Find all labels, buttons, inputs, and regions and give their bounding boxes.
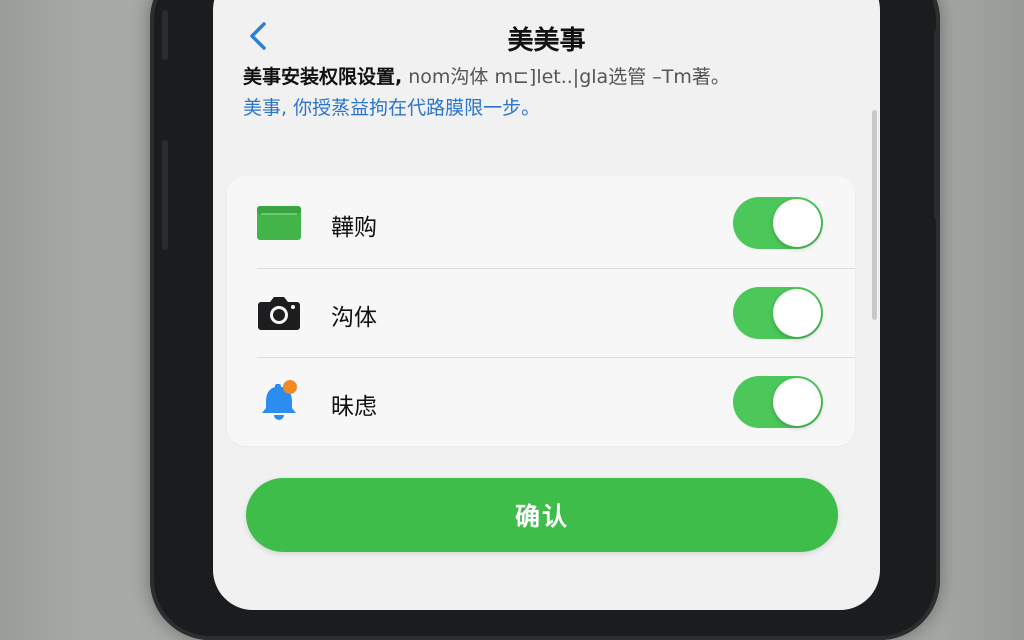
description-line-1: 美事安装权限设置, nom沟体 m⊏]let..|gla选管 –Tm著。 <box>243 62 863 93</box>
toggle-knob <box>773 199 821 247</box>
page-title: 美美事 <box>507 26 586 56</box>
permission-label: 昧虑 <box>331 394 377 420</box>
description-text: nom沟体 m⊏]let..|gla选管 –Tm著。 <box>402 66 730 88</box>
permission-toggle[interactable] <box>733 376 823 428</box>
permission-row: 昧虑 <box>227 357 855 447</box>
permission-toggle[interactable] <box>733 287 823 339</box>
description-line-2: 美事, 你授蒸益拘在代路膜限一步。 <box>243 97 541 119</box>
permission-row: 沟体 <box>227 268 855 358</box>
description-heading: 美事安装权限设置, <box>243 66 403 88</box>
permission-label: 沟体 <box>331 305 377 331</box>
folder-icon <box>255 200 303 244</box>
confirm-button[interactable]: 确认 <box>246 478 838 552</box>
phone-volume-button <box>162 140 168 250</box>
permission-label: 韡购 <box>331 215 377 241</box>
permission-description: 美事安装权限设置, nom沟体 m⊏]let..|gla选管 –Tm著。 美事,… <box>243 62 863 124</box>
confirm-button-label: 确认 <box>514 502 569 531</box>
toggle-knob <box>773 289 821 337</box>
phone-side-button <box>162 10 168 60</box>
bell-notification-icon <box>255 379 303 423</box>
navigation-bar: 美美事 <box>213 10 880 60</box>
phone-power-button <box>934 30 940 220</box>
toggle-knob <box>773 378 821 426</box>
permission-toggle[interactable] <box>733 197 823 249</box>
camera-icon <box>255 290 303 334</box>
phone-screen: 美美事 美事安装权限设置, nom沟体 m⊏]let..|gla选管 –Tm著。… <box>213 0 880 610</box>
permissions-card: 韡购 沟体 昧虑 <box>227 176 855 446</box>
permission-row: 韡购 <box>227 178 855 268</box>
scrollbar[interactable] <box>872 110 877 320</box>
